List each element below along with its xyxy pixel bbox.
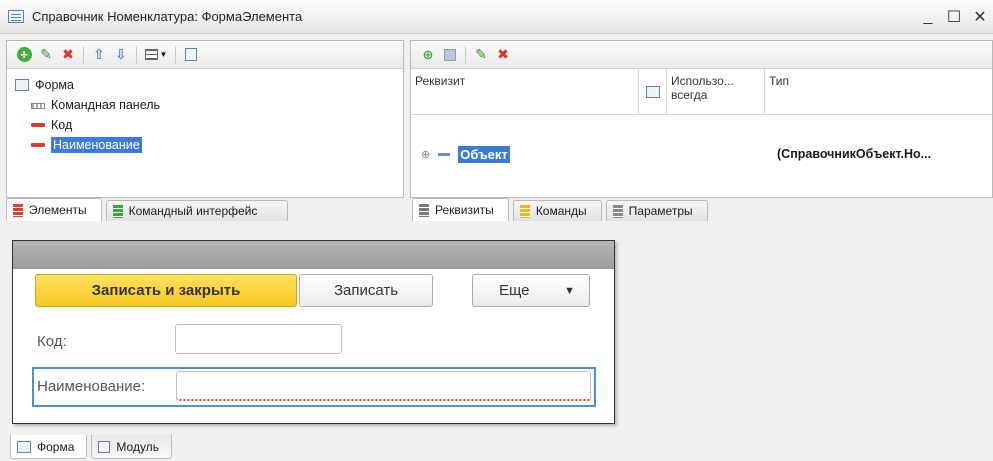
toolbar-separator [83, 45, 84, 64]
toolbar-separator [136, 45, 137, 64]
delete-attribute-button[interactable]: ✖ [492, 44, 514, 66]
elements-panel: + ✎ ✖ ⇧ ⇩ ▼ Форма Командная панель Код Н… [6, 40, 404, 198]
tab-label: Командный интерфейс [128, 204, 258, 218]
chevron-down-icon: ▼ [564, 284, 575, 297]
column-header-icon [639, 69, 667, 114]
field-icon [31, 123, 45, 127]
elements-icon [13, 203, 23, 217]
tab-label: Модуль [116, 439, 159, 454]
group-dropdown-button[interactable]: ▼ [141, 44, 171, 66]
more-button[interactable]: Еще ▼ [472, 274, 590, 307]
tree-item-label: Наименование [51, 137, 142, 153]
tree-item-form[interactable]: Форма [15, 75, 403, 95]
tab-label: Форма [37, 439, 75, 454]
add-button[interactable]: + [13, 44, 35, 66]
name-input[interactable] [176, 371, 591, 401]
column-header-use-always[interactable]: Использо... всегда [667, 69, 765, 114]
move-up-button[interactable]: ⇧ [88, 44, 110, 66]
elements-tree: Форма Командная панель Код Наименование [15, 75, 403, 155]
attributes-grid-header: Реквизит Использо... всегда Тип [411, 69, 992, 115]
pencil-icon: ✎ [475, 46, 487, 62]
attributes-tabs: Реквизиты Команды Параметры [412, 197, 712, 221]
edit-attribute-button[interactable]: ✎ [470, 44, 492, 66]
group-icon [144, 49, 158, 60]
attribute-type: (СправочникОбъект.Но... [777, 147, 932, 161]
export-button[interactable] [180, 44, 202, 66]
add-attribute-icon: ⊕ [422, 46, 434, 62]
code-input[interactable] [175, 324, 342, 354]
module-icon [98, 440, 111, 453]
form-icon [17, 440, 31, 453]
table-row[interactable]: ⊕ Объект (СправочникОбъект.Но... [411, 143, 992, 165]
field-icon [31, 143, 45, 147]
add-table-button[interactable] [439, 44, 461, 66]
export-icon [185, 48, 197, 61]
arrow-up-icon: ⇧ [93, 46, 105, 62]
tab-label: Параметры [628, 204, 693, 218]
dropdown-arrow-icon: ▼ [159, 50, 168, 59]
editor-tabs: Форма Модуль [10, 435, 176, 459]
delete-button[interactable]: ✖ [57, 44, 79, 66]
elements-toolbar: + ✎ ✖ ⇧ ⇩ ▼ [7, 41, 403, 69]
name-label: Наименование: [37, 378, 146, 395]
close-button[interactable]: ✕ [967, 7, 993, 27]
window-controls: _ ☐ ✕ [915, 0, 993, 34]
tree-item-label: Форма [35, 78, 74, 92]
save-button[interactable]: Записать [299, 274, 433, 307]
tab-label: Элементы [29, 203, 87, 217]
form-preview: Записать и закрыть Записать Еще ▼ Код: Н… [12, 240, 615, 424]
column-header-attribute[interactable]: Реквизит [411, 69, 639, 114]
tree-item-label: Код [51, 118, 73, 132]
attributes-icon [419, 203, 429, 217]
tree-item-code[interactable]: Код [15, 115, 403, 135]
attributes-toolbar: ⊕ ✎ ✖ [411, 41, 992, 69]
delete-icon: ✖ [497, 46, 509, 62]
tree-item-command-panel[interactable]: Командная панель [15, 95, 403, 115]
elements-tabs: Элементы Командный интерфейс [6, 197, 292, 221]
maximize-button[interactable]: ☐ [941, 7, 967, 27]
add-attribute-button[interactable]: ⊕ [417, 44, 439, 66]
add-icon: + [16, 47, 32, 62]
arrow-down-icon: ⇩ [115, 46, 127, 62]
form-icon [645, 85, 660, 98]
tab-command-interface[interactable]: Командный интерфейс [105, 200, 289, 221]
tab-label: Реквизиты [435, 203, 494, 217]
tab-form[interactable]: Форма [10, 435, 88, 459]
commands-icon [519, 204, 530, 218]
window-title: Справочник Номенклатура: ФормаЭлемента [32, 9, 303, 24]
window-titlebar: Справочник Номенклатура: ФормаЭлемента _… [0, 0, 993, 34]
code-label: Код: [37, 333, 67, 350]
edit-button[interactable]: ✎ [35, 44, 57, 66]
table-icon [444, 48, 456, 61]
attributes-panel: ⊕ ✎ ✖ Реквизит Использо... всегда Тип ⊕ … [410, 40, 993, 198]
parameters-icon [612, 204, 623, 218]
command-interface-icon [112, 204, 123, 218]
column-header-type[interactable]: Тип [765, 69, 992, 114]
tab-elements[interactable]: Элементы [6, 198, 102, 221]
tab-commands[interactable]: Команды [512, 200, 602, 221]
tab-parameters[interactable]: Параметры [605, 200, 708, 221]
expand-icon[interactable]: ⊕ [421, 148, 430, 161]
more-label: Еще [499, 282, 530, 299]
move-down-button[interactable]: ⇩ [110, 44, 132, 66]
delete-icon: ✖ [62, 46, 74, 62]
attribute-name: Объект [458, 145, 510, 163]
tab-label: Команды [535, 204, 587, 218]
tab-module[interactable]: Модуль [91, 435, 172, 459]
pencil-icon: ✎ [40, 46, 52, 62]
tree-item-label: Командная панель [51, 98, 161, 112]
tree-item-name[interactable]: Наименование [15, 135, 403, 155]
toolbar-separator [175, 45, 176, 64]
preview-header-bar [13, 241, 614, 269]
minimize-button[interactable]: _ [915, 8, 941, 26]
save-and-close-button[interactable]: Записать и закрыть [35, 274, 297, 307]
form-window-icon [8, 10, 24, 23]
form-icon [15, 79, 29, 91]
toolbar-separator [465, 45, 466, 64]
attribute-object-icon [438, 152, 451, 156]
command-panel-icon [31, 103, 45, 109]
tab-attributes[interactable]: Реквизиты [412, 198, 509, 221]
